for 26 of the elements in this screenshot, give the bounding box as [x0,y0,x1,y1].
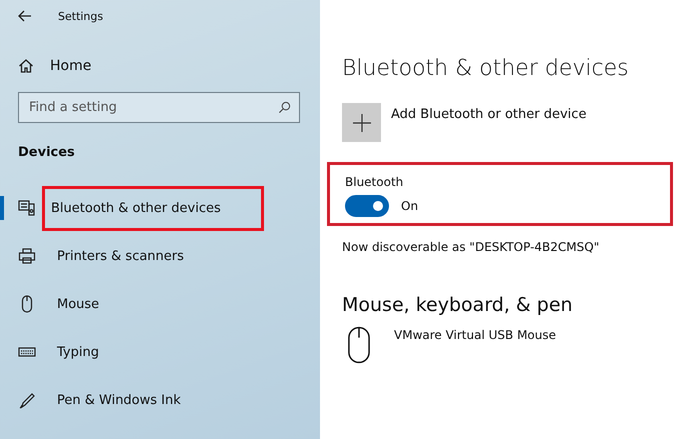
add-device-label[interactable]: Add Bluetooth or other device [391,107,586,122]
search-icon [278,101,291,114]
device-name[interactable]: VMware Virtual USB Mouse [394,328,556,342]
pen-icon [18,391,36,409]
nav-item[interactable]: Pen & Windows Ink [48,378,224,422]
home-link[interactable]: Home [18,58,92,74]
discoverable-text: Now discoverable as "DESKTOP-4B2CMSQ" [342,240,600,254]
toggle-state: On [401,199,418,213]
bluetooth-device-icon [18,199,36,217]
nav-item[interactable]: Typing [48,330,142,374]
bluetooth-label: Bluetooth [345,175,404,189]
back-arrow-icon[interactable] [18,10,32,22]
plus-icon [352,114,370,132]
section-heading: Devices [18,145,75,160]
search-field[interactable]: Find a setting [18,92,300,123]
home-icon [18,58,34,74]
nav-item[interactable]: Bluetooth & other devices [42,186,264,230]
mouse-icon [348,326,370,364]
section-heading: Mouse, keyboard, & pen [342,294,573,316]
add-device-button[interactable] [342,103,381,142]
window-title: Settings [58,10,104,22]
printer-icon [18,247,36,265]
nav-item[interactable]: Mouse [48,282,142,326]
nav-item[interactable]: Printers & scanners [48,234,227,278]
bluetooth-toggle[interactable] [345,195,389,217]
page-title: Bluetooth & other devices [342,56,629,81]
